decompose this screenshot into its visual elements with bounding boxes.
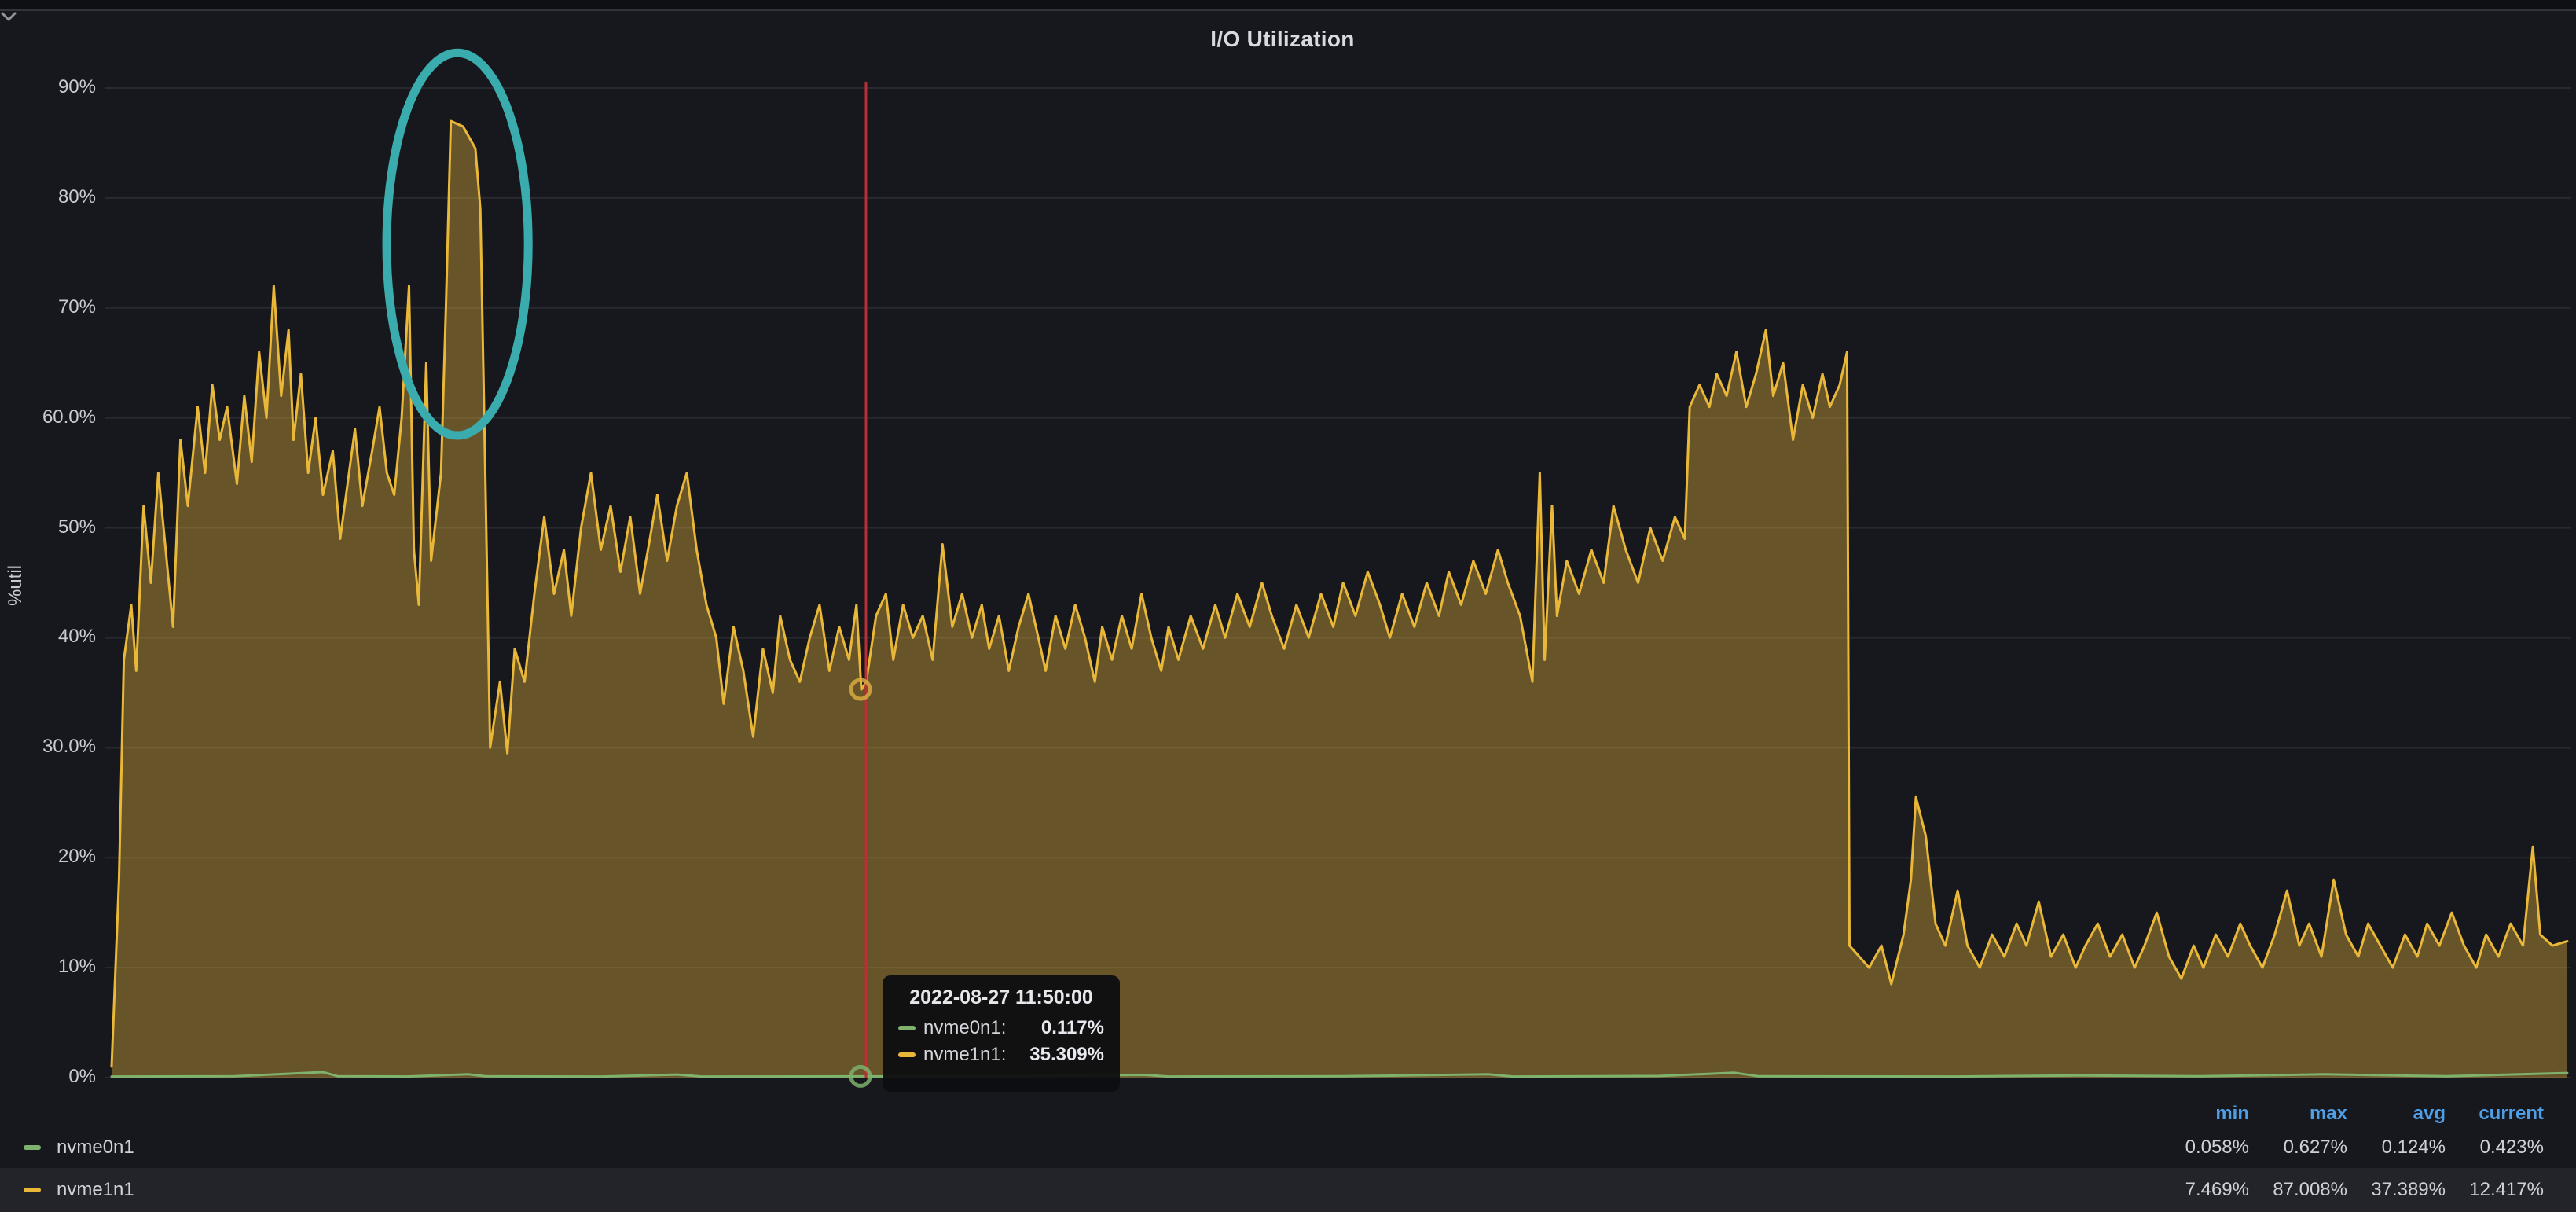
tooltip-row-nvme0n1: nvme0n1: 0.117%	[898, 1017, 1104, 1039]
legend-avg-value: 37.389%	[2347, 1179, 2446, 1201]
series-color-dash	[898, 1052, 916, 1057]
tooltip-series-label: nvme1n1:	[923, 1044, 1006, 1066]
legend-avg-value: 0.124%	[2347, 1137, 2446, 1159]
legend-series-label[interactable]: nvme0n1	[57, 1137, 134, 1159]
tooltip-row-nvme1n1: nvme1n1: 35.309%	[898, 1044, 1104, 1066]
legend-min-value: 7.469%	[2151, 1179, 2249, 1201]
legend-min-value: 0.058%	[2151, 1137, 2249, 1159]
legend-max-value: 0.627%	[2249, 1137, 2347, 1159]
legend-row-nvme0n1[interactable]: nvme0n1 0.058% 0.627% 0.124% 0.423%	[0, 1127, 2576, 1168]
legend-column-current[interactable]: current	[2446, 1103, 2544, 1125]
legend-current-value: 0.423%	[2446, 1137, 2544, 1159]
tooltip-series-value: 35.309%	[1029, 1044, 1104, 1066]
tooltip-series-label: nvme0n1:	[923, 1017, 1006, 1039]
legend-row-nvme1n1[interactable]: nvme1n1 7.469% 87.008% 37.389% 12.417%	[0, 1168, 2576, 1212]
legend-series-label[interactable]: nvme1n1	[57, 1179, 134, 1201]
plot-area[interactable]	[0, 0, 2576, 1212]
legend-column-avg[interactable]: avg	[2347, 1103, 2446, 1125]
series-color-dash	[24, 1145, 41, 1150]
series-color-dash	[24, 1188, 41, 1192]
legend-max-value: 87.008%	[2249, 1179, 2347, 1201]
legend-series-name[interactable]: nvme0n1	[24, 1137, 2151, 1159]
tooltip-series-value: 0.117%	[1041, 1017, 1104, 1039]
tooltip-timestamp: 2022-08-27 11:50:00	[898, 986, 1104, 1009]
legend-header-row: min max avg current	[0, 1100, 2576, 1127]
legend-column-min[interactable]: min	[2151, 1103, 2249, 1125]
series-color-dash	[898, 1026, 916, 1030]
grafana-panel: I/O Utilization %util 0%10%20%30.0%40%50…	[0, 0, 2576, 1212]
chart-tooltip: 2022-08-27 11:50:00 nvme0n1: 0.117% nvme…	[883, 975, 1120, 1092]
legend-series-name[interactable]: nvme1n1	[24, 1179, 2151, 1201]
legend-current-value: 12.417%	[2446, 1179, 2544, 1201]
io-utilization-chart[interactable]	[0, 0, 2576, 1212]
legend-column-max[interactable]: max	[2249, 1103, 2347, 1125]
legend: min max avg current nvme0n1 0.058% 0.627…	[0, 1100, 2576, 1212]
